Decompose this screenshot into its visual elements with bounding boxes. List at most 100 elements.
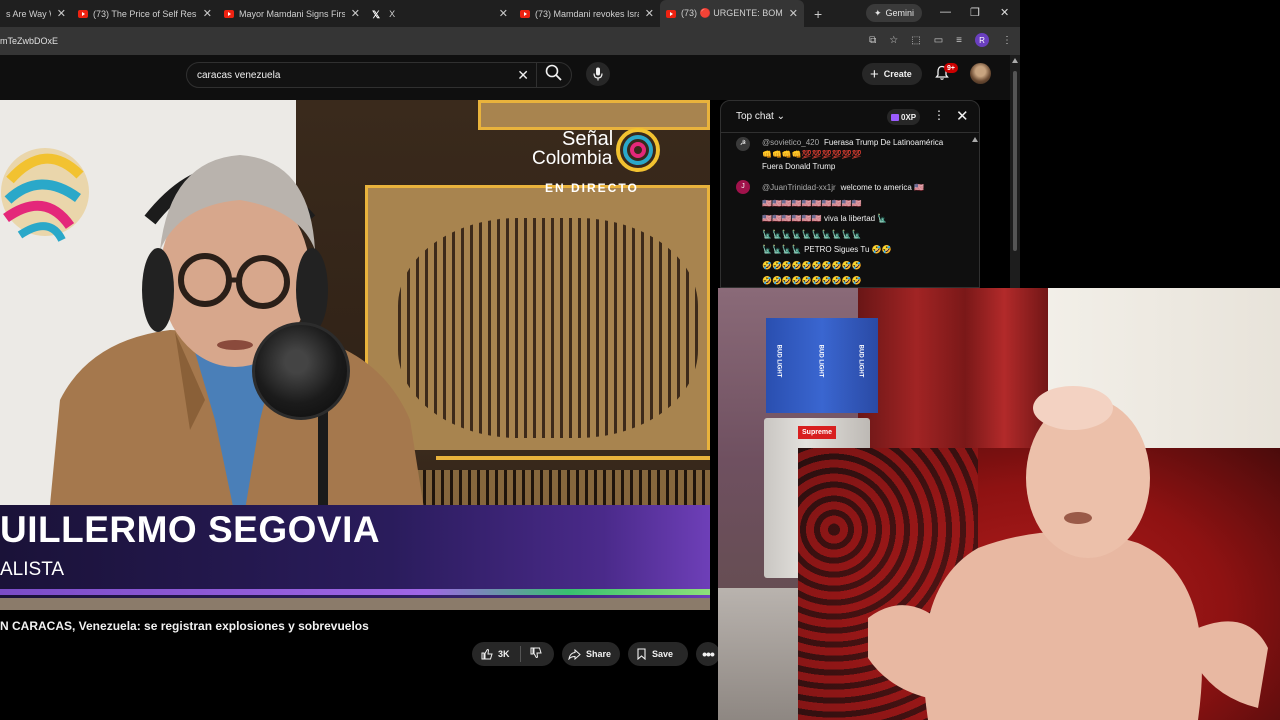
scroll-up-icon[interactable] [1012,58,1018,63]
tab-close-icon[interactable]: ✕ [493,7,508,20]
thumbs-up-icon [481,649,493,660]
user-avatar[interactable] [970,63,991,84]
tab-title: (73) The Price of Self Respec [93,8,197,19]
player-floor [0,598,710,610]
chat-menu-icon[interactable]: ⋮ [933,108,945,122]
youtube-icon [520,9,530,18]
address-bar-icons: ⧉ ☆ ⬚ ▭ ≡ R ⋮ [869,33,1012,47]
clear-search-icon[interactable]: ✕ [517,67,529,84]
minimize-icon[interactable]: — [940,6,951,18]
webcam-boxes: BUD LIGHT BUD LIGHT BUD LIGHT [766,318,878,413]
search-input[interactable]: caracas venezuela ✕ [186,62,572,88]
brand-line2: Colombia [532,148,613,169]
browser-tab-active[interactable]: (73) 🔴 URGENTE: BOMBA ✕ [660,0,804,27]
video-player[interactable]: Señal Colombia EN DIRECTO UILLERMO SEGOV… [0,100,710,610]
search-query[interactable]: caracas venezuela [197,70,280,81]
chat-header: Top chat ⌄ 0XP ⋮ ✕ [721,101,979,133]
chat-mode-dropdown[interactable]: Top chat ⌄ [736,111,785,122]
browser-tab[interactable]: (73) Mamdani revokes Israel- ✕ [514,0,660,27]
x-icon: 𝕏 [372,9,381,21]
media-control-icon[interactable]: ≡ [956,35,962,46]
voice-search-button[interactable] [586,62,610,86]
split-view-icon[interactable]: ▭ [934,35,943,46]
tab-title: (73) Mamdani revokes Israel- [535,8,639,19]
tab-close-icon[interactable]: ✕ [51,7,66,20]
like-dislike-group: 3K [472,642,554,666]
sparkle-icon: ✦ [874,7,882,18]
scrollbar-thumb[interactable] [1013,71,1017,251]
youtube-icon [666,9,676,18]
chat-username[interactable]: @JuanTrinidad-xx1jr [762,183,836,192]
chat-close-icon[interactable]: ✕ [956,107,969,125]
plus-icon: + [870,65,879,83]
address-bar[interactable]: mTeZwbDOxE ⧉ ☆ ⬚ ▭ ≡ R ⋮ [0,27,1020,55]
search-divider [536,63,537,87]
microphone-icon [593,67,603,81]
video-actions: 3K Share Save ••• [472,642,720,666]
xp-badge[interactable]: 0XP [887,109,921,125]
screen: s Are Way Wo ✕ (73) The Price of Self Re… [0,0,1280,720]
gemini-label: Gemini [885,8,915,18]
youtube-icon [224,9,234,18]
chat-avatar: J [736,180,750,194]
like-button[interactable]: 3K [472,648,520,660]
save-button[interactable]: Save [628,642,688,666]
chat-text: Fuera Donald Trump [762,162,836,171]
more-actions-button[interactable]: ••• [696,642,720,666]
live-label: EN DIRECTO [545,181,639,195]
page-scrollbar[interactable] [1010,55,1020,288]
tab-title: s Are Way Wo [6,8,51,19]
browser-tab[interactable]: s Are Way Wo ✕ [0,0,72,27]
bookmark-star-icon[interactable]: ☆ [889,35,898,46]
webcam-person-figure [868,386,1268,720]
url-text[interactable]: mTeZwbDOxE [0,36,58,46]
restore-icon[interactable]: ❐ [970,6,980,19]
tab-close-icon[interactable]: ✕ [783,7,798,20]
studio-microphone [252,322,350,420]
profile-avatar[interactable]: R [975,33,989,47]
chat-text: 🗽🗽🗽🗽🗽🗽🗽🗽🗽🗽 [762,229,862,239]
chat-avatar: ☭ [736,137,750,151]
youtube-header: caracas venezuela ✕ + Create 9+ [0,55,1020,100]
extensions-icon[interactable]: ⬚ [911,35,920,46]
share-button[interactable]: Share [562,642,620,666]
chat-scrollbar[interactable] [971,135,979,285]
share-arrow-icon [568,648,581,660]
live-chat-panel: Top chat ⌄ 0XP ⋮ ✕ ☭ @sovietico_420 Fuera… [720,100,980,288]
video-title: N CARACAS, Venezuela: se registran explo… [0,619,369,633]
tab-close-icon[interactable]: ✕ [639,7,654,20]
browser-tab[interactable]: 𝕏 X ✕ [366,0,514,27]
gemini-button[interactable]: ✦ Gemini [866,4,923,22]
browser-tab[interactable]: (73) The Price of Self Respec ✕ [72,0,218,27]
chat-username[interactable]: @sovietico_420 [762,138,819,147]
guest-name: UILLERMO SEGOVIA [0,509,381,550]
tab-title: Mayor Mamdani Signs First T [239,8,345,19]
more-horizontal-icon: ••• [702,646,715,662]
share-label: Share [586,649,612,659]
lower-third-banner: UILLERMO SEGOVIA ALISTA [0,505,710,600]
thumbs-down-icon [530,647,542,658]
guest-role: ALISTA [0,559,65,580]
browser-menu-icon[interactable]: ⋮ [1002,35,1012,46]
browser-tab[interactable]: Mayor Mamdani Signs First T ✕ [218,0,366,27]
chat-text: 🇺🇸🇺🇸🇺🇸🇺🇸🇺🇸🇺🇸🇺🇸🇺🇸🇺🇸🇺🇸 [762,198,862,208]
chat-text: Fuerasa Trump De Latinoamérica [824,138,944,147]
tab-close-icon[interactable]: ✕ [345,7,360,20]
chat-text: 🤣🤣🤣🤣🤣🤣🤣🤣🤣🤣 [762,276,862,285]
notification-badge: 9+ [944,63,958,73]
chat-text: 🤣🤣🤣🤣🤣🤣🤣🤣🤣🤣 [762,260,862,270]
create-button[interactable]: + Create [862,63,922,85]
chat-text: 🇺🇸🇺🇸🇺🇸🇺🇸🇺🇸🇺🇸 viva la libertad 🗽 [762,214,888,223]
new-tab-button[interactable]: + [814,6,822,22]
search-icon[interactable] [544,63,564,83]
tab-close-icon[interactable]: ✕ [197,7,212,20]
close-window-icon[interactable]: ✕ [1000,6,1009,19]
install-app-icon[interactable]: ⧉ [869,35,876,46]
lower-third-accent [0,589,710,595]
senal-colombia-logo-icon [616,128,660,172]
dislike-button[interactable] [521,647,542,661]
tab-title: (73) 🔴 URGENTE: BOMBA [681,8,783,18]
chat-scroll-up-icon[interactable] [972,137,978,142]
fridge-sticker: Supreme [798,426,836,439]
youtube-icon [78,9,88,18]
